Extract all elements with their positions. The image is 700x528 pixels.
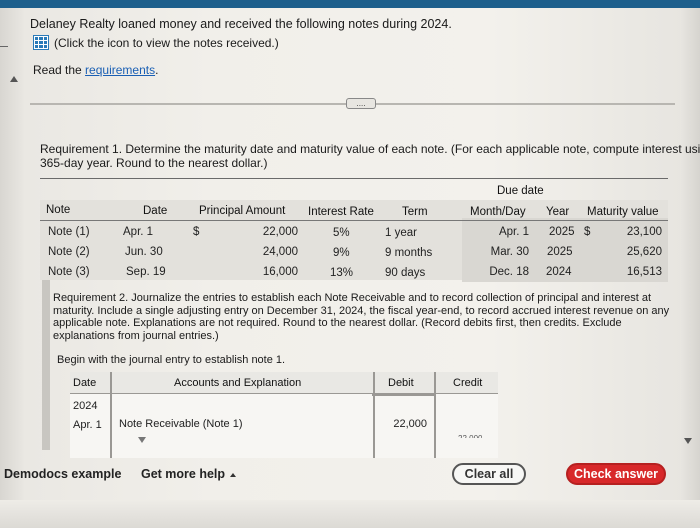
note-date: Apr. 1 — [123, 226, 154, 238]
table-header-rule — [40, 220, 668, 221]
year-value: 2024 — [546, 266, 572, 278]
col-year: Year — [546, 206, 570, 218]
year-value: 2025 — [549, 226, 575, 238]
table-row: Note (1) — [48, 226, 90, 238]
col-date: Date — [143, 205, 168, 217]
journal-date: Apr. 1 — [73, 419, 102, 431]
journal-col-accounts: Accounts and Explanation — [174, 377, 302, 389]
requirement-1-rule — [40, 178, 668, 179]
read-suffix: . — [155, 63, 159, 77]
principal-value: 22,000 — [262, 226, 298, 238]
read-prefix: Read the — [33, 63, 86, 77]
scroll-down-arrow-icon[interactable] — [684, 438, 692, 444]
rate-value: 13% — [330, 267, 354, 279]
get-more-help-button[interactable]: Get more help — [141, 467, 237, 481]
maturity-value: 25,620 — [626, 246, 662, 258]
right-scrollbar[interactable] — [680, 8, 700, 528]
col-monthday: Month/Day — [470, 206, 526, 218]
dollar-sign: $ — [584, 226, 591, 238]
table-row: Note (2) — [48, 246, 90, 258]
table-icon[interactable] — [33, 35, 49, 50]
account-dropdown-icon[interactable] — [138, 437, 146, 443]
rate-value: 5% — [333, 227, 350, 239]
term-value: 1 year — [385, 227, 417, 239]
journal-col-credit: Credit — [453, 377, 483, 389]
requirement-1-line2: 365-day year. Round to the nearest dolla… — [40, 156, 268, 170]
journal-account-cell[interactable]: Note Receivable (Note 1) — [119, 418, 243, 431]
principal-value: 24,000 — [262, 246, 298, 258]
monthday-value: Mar. 30 — [490, 246, 529, 258]
principal-value: 16,000 — [262, 266, 298, 278]
maturity-value: 16,513 — [626, 266, 662, 278]
caret-up-icon — [230, 472, 237, 477]
journal-col-date: Date — [73, 377, 97, 389]
note-date: Sep. 19 — [126, 266, 166, 278]
left-rail — [0, 8, 24, 528]
year-value: 2025 — [547, 246, 573, 258]
demodocs-label: Demodocs example — [4, 467, 122, 481]
note-date: Jun. 30 — [125, 246, 163, 258]
problem-intro: Delaney Realty loaned money and received… — [30, 17, 452, 31]
requirements-link[interactable]: requirements — [85, 63, 155, 77]
term-value: 90 days — [385, 267, 426, 279]
requirement-1-line1: Requirement 1. Determine the maturity da… — [40, 142, 700, 156]
column-divider — [434, 372, 436, 458]
clear-all-button[interactable]: Clear all — [452, 463, 526, 485]
col-principal: Principal Amount — [199, 205, 286, 217]
check-answer-button[interactable]: Check answer — [566, 463, 666, 485]
row-divider — [372, 394, 434, 396]
rail-marker — [0, 46, 8, 47]
read-requirements: Read the requirements. — [33, 63, 158, 77]
view-notes-text[interactable]: (Click the icon to view the notes receiv… — [54, 36, 279, 50]
term-value: 9 months — [385, 247, 433, 259]
monthday-value: Dec. 18 — [489, 266, 529, 278]
column-divider — [110, 372, 112, 458]
monthday-value: Apr. 1 — [498, 226, 529, 238]
journal-credit-cell[interactable]: 22,000 — [458, 434, 482, 438]
instruction-text: Begin with the journal entry to establis… — [57, 354, 286, 366]
expand-more-button[interactable]: .... — [346, 98, 376, 109]
col-note: Note — [46, 204, 71, 216]
due-date-header: Due date — [497, 185, 544, 197]
top-bar — [0, 0, 700, 8]
journal-debit-cell[interactable]: 22,000 — [378, 418, 427, 431]
help-label: Get more help — [141, 467, 226, 481]
table-row: Note (3) — [48, 266, 90, 278]
dollar-sign: $ — [193, 226, 200, 238]
rate-value: 9% — [333, 247, 350, 259]
maturity-value: 23,100 — [626, 226, 662, 238]
col-term: Term — [402, 206, 428, 218]
journal-col-debit: Debit — [388, 377, 414, 389]
column-divider — [373, 372, 375, 458]
journal-year: 2024 — [73, 400, 98, 412]
footer-bar — [0, 500, 700, 528]
col-maturity: Maturity value — [587, 206, 659, 218]
scroll-up-arrow-icon[interactable] — [10, 76, 18, 82]
requirement-2: Requirement 2. Journalize the entries to… — [53, 292, 670, 342]
col-rate: Interest Rate — [308, 206, 374, 218]
screen: Delaney Realty loaned money and received… — [0, 0, 700, 528]
